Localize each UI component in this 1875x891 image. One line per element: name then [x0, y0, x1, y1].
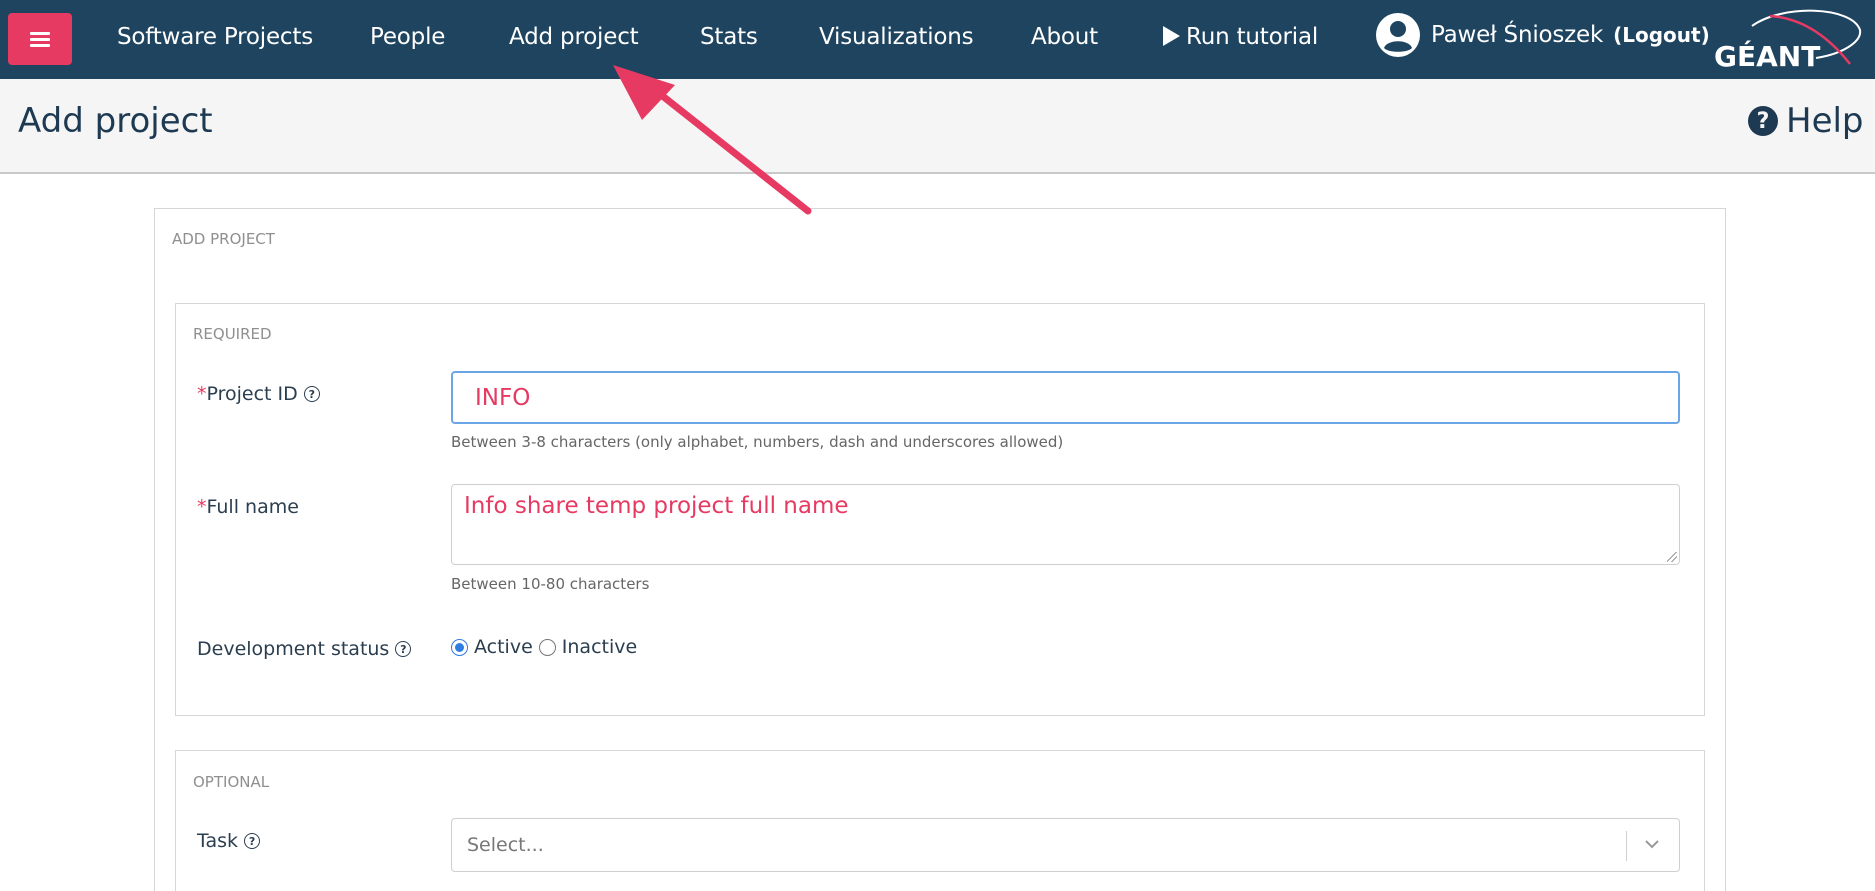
full-name-label-text: Full name: [206, 496, 299, 518]
task-label-text: Task: [197, 830, 239, 852]
hamburger-icon: [30, 31, 50, 47]
task-help-icon[interactable]: ?: [244, 833, 261, 849]
run-tutorial-label: Run tutorial: [1186, 24, 1319, 50]
user-area: Paweł Śnioszek (Logout): [1375, 12, 1710, 58]
user-avatar-icon: [1376, 13, 1420, 57]
task-select-placeholder: Select...: [467, 834, 544, 856]
nav-about[interactable]: About: [1031, 24, 1098, 50]
help-label: Help: [1786, 101, 1864, 141]
add-project-section-title: ADD PROJECT: [172, 230, 275, 248]
chevron-down-icon[interactable]: [1641, 833, 1663, 855]
nav-stats[interactable]: Stats: [700, 24, 758, 50]
nav-run-tutorial[interactable]: Run tutorial: [1163, 24, 1318, 50]
full-name-value: Info share temp project full name: [464, 493, 849, 519]
task-label: Task ?: [197, 830, 261, 852]
project-id-input[interactable]: [451, 371, 1680, 424]
radio-inactive[interactable]: [538, 638, 556, 656]
project-id-label-text: Project ID: [206, 383, 298, 405]
dev-status-label-text: Development status: [197, 638, 390, 660]
required-asterisk: *: [197, 383, 207, 405]
help-button[interactable]: ? Help: [1748, 101, 1864, 141]
full-name-textarea[interactable]: Info share temp project full name: [451, 484, 1680, 565]
top-navbar: Software Projects People Add project Sta…: [0, 0, 1875, 79]
page-header: Add project ? Help: [0, 79, 1875, 174]
radio-active-label[interactable]: Active: [474, 636, 533, 658]
dev-status-help-icon[interactable]: ?: [395, 641, 412, 657]
optional-section-title: OPTIONAL: [193, 773, 270, 791]
menu-toggle-button[interactable]: [8, 13, 72, 65]
nav-software-projects[interactable]: Software Projects: [117, 24, 313, 50]
page-title: Add project: [18, 101, 213, 141]
play-icon: [1163, 26, 1180, 46]
logout-link[interactable]: (Logout): [1613, 23, 1710, 47]
task-select[interactable]: Select...: [451, 818, 1680, 872]
full-name-label: *Full name: [197, 496, 299, 518]
radio-inactive-label[interactable]: Inactive: [562, 636, 637, 658]
nav-visualizations[interactable]: Visualizations: [819, 24, 974, 50]
project-id-label: *Project ID ?: [197, 383, 320, 405]
dev-status-radio-group: Active Inactive: [451, 636, 637, 658]
nav-people[interactable]: People: [370, 24, 445, 50]
question-circle-icon: ?: [1748, 106, 1778, 136]
resize-handle-icon[interactable]: [1667, 552, 1677, 562]
select-separator: [1626, 831, 1627, 861]
dev-status-label: Development status ?: [197, 638, 412, 660]
user-name: Paweł Śnioszek: [1431, 22, 1604, 48]
project-id-hint: Between 3-8 characters (only alphabet, n…: [451, 433, 1064, 451]
full-name-hint: Between 10-80 characters: [451, 575, 650, 593]
nav-add-project[interactable]: Add project: [509, 24, 639, 50]
required-section-title: REQUIRED: [193, 325, 272, 343]
project-id-help-icon[interactable]: ?: [303, 386, 320, 402]
radio-active[interactable]: [451, 638, 468, 656]
brand-text: GÉANT: [1714, 39, 1820, 72]
required-asterisk: *: [197, 496, 207, 518]
geant-logo: GÉANT: [1714, 9, 1862, 72]
